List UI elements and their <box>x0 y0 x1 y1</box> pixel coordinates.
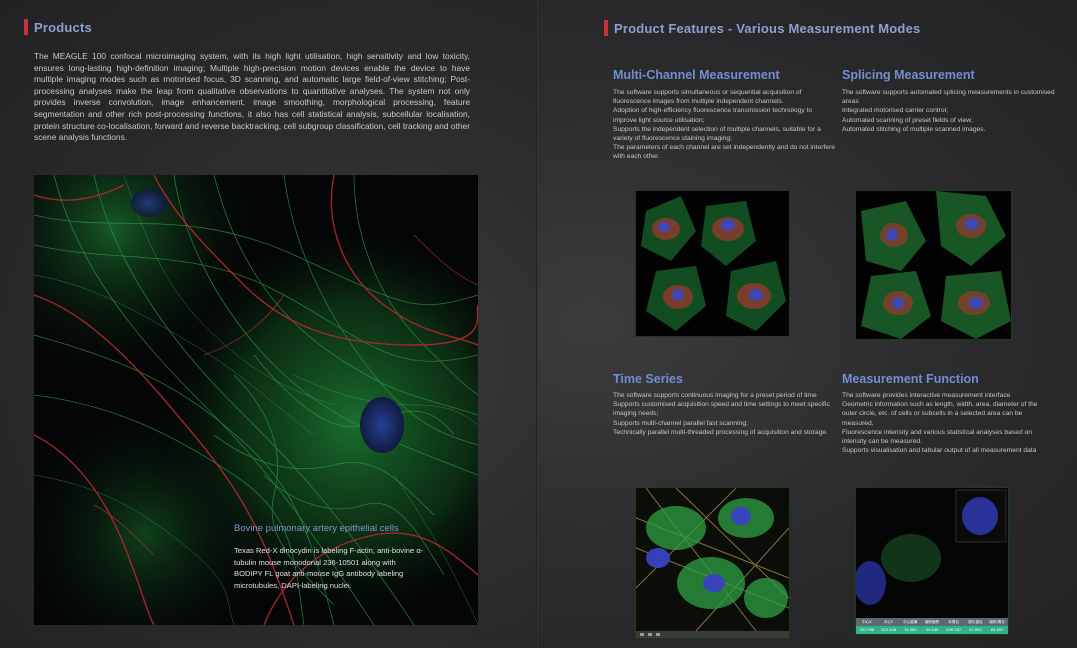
left-page: Products The MEAGLE 100 confocal microim… <box>0 0 538 648</box>
feature-title-splicing: Splicing Measurement <box>842 68 975 82</box>
splicing-cells-graphic <box>856 191 1011 339</box>
table-value-cell: 84.997 <box>986 626 1008 634</box>
table-header-cell: 中心X <box>856 618 878 626</box>
pause-icon[interactable] <box>648 633 652 636</box>
table-header-cell: 中心距离 <box>899 618 922 626</box>
products-intro: The MEAGLE 100 confocal microimaging sys… <box>34 51 470 143</box>
feature-desc-multichannel: The software supports simultaneous or se… <box>613 89 835 161</box>
table-value-cell: 222.308 <box>877 626 900 634</box>
heading-accent-bar <box>24 19 28 35</box>
table-value-cell: 302.998 <box>856 626 878 634</box>
feature-title-timeseries: Time Series <box>613 372 683 386</box>
feature-title-multichannel: Multi-Channel Measurement <box>613 68 780 82</box>
feature-desc-measurement: The software provides interactive measur… <box>842 392 1038 455</box>
micrograph-caption-title: Bovine pulmonary artery epithelial cells <box>234 523 399 534</box>
measurement-cells-graphic <box>856 488 1008 618</box>
play-icon[interactable] <box>640 633 644 636</box>
playback-bar[interactable] <box>636 631 789 638</box>
feature-desc-timeseries: The software supports continuous imaging… <box>613 392 830 436</box>
measurement-table: 中心X 中心Y 中心距离 面积面积 外周长 周长直径 面积/周长 302.998 222.30… <box>856 618 1008 634</box>
splicing-image <box>855 190 1012 340</box>
products-title: Products <box>34 19 92 35</box>
timeseries-cells-graphic <box>636 488 789 631</box>
cell-micrograph: Bovine pulmonary artery epithelial cells… <box>34 175 478 625</box>
table-value-cell: 35.440 <box>921 626 943 634</box>
timeseries-image <box>635 487 790 639</box>
measurement-table-values: 302.998 222.308 74.000 35.440 456.767 47.000 8… <box>856 626 1008 634</box>
multichannel-image <box>635 190 790 337</box>
table-value-cell: 74.000 <box>899 626 922 634</box>
micrograph-caption-body: Texas Red-X dinocydin is labeling F-acti… <box>234 546 424 590</box>
measurement-image: 中心X 中心Y 中心距离 面积面积 外周长 周长直径 面积/周长 302.998 222.30… <box>855 487 1009 635</box>
features-heading: Product Features - Various Measurement M… <box>604 20 920 36</box>
table-header-cell: 中心Y <box>877 618 900 626</box>
stop-icon[interactable] <box>656 633 660 636</box>
features-title: Product Features - Various Measurement M… <box>614 20 921 36</box>
table-value-cell: 456.767 <box>942 626 965 634</box>
table-header-cell: 外周长 <box>942 618 965 626</box>
table-header-cell: 面积面积 <box>921 618 943 626</box>
right-page: Product Features - Various Measurement M… <box>538 0 1077 648</box>
heading-accent-bar <box>604 20 608 36</box>
multichannel-cells-graphic <box>636 191 789 336</box>
feature-title-measurement: Measurement Function <box>842 372 979 386</box>
feature-desc-splicing: The software supports automated splicing… <box>842 89 1055 133</box>
table-header-cell: 周长直径 <box>964 618 987 626</box>
measurement-table-header: 中心X 中心Y 中心距离 面积面积 外周长 周长直径 面积/周长 <box>856 618 1008 626</box>
table-value-cell: 47.000 <box>964 626 987 634</box>
products-heading: Products <box>24 19 92 35</box>
table-header-cell: 面积/周长 <box>986 618 1008 626</box>
